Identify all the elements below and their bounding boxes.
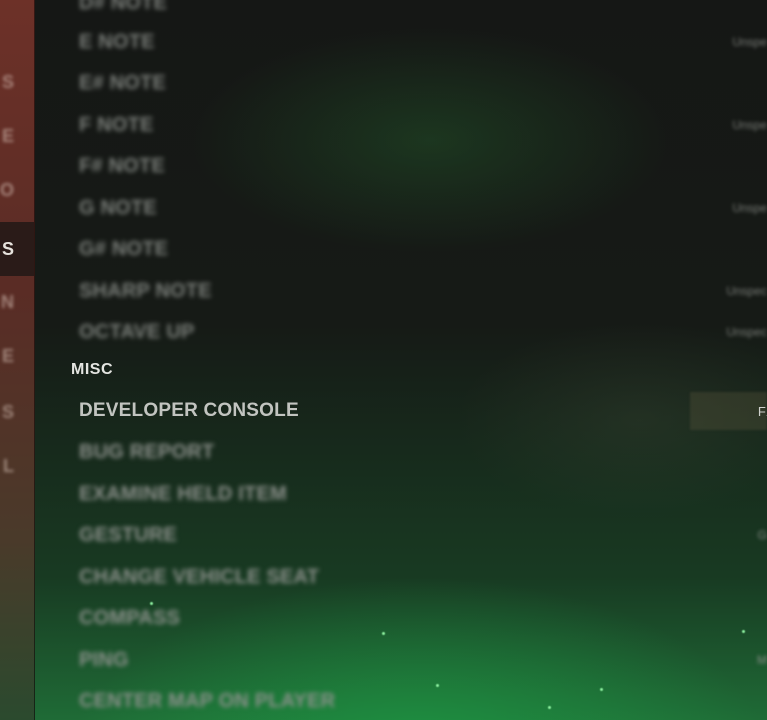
keybind-value[interactable]: Unspec	[726, 284, 767, 298]
keybind-row[interactable]: E NOTE Unspe	[79, 27, 767, 57]
spark-particle	[150, 602, 153, 605]
keybind-label: EXAMINE HELD ITEM	[79, 482, 287, 505]
category-sidebar: S E O S N E S L	[0, 0, 35, 720]
sidebar-item-0[interactable]: S	[0, 62, 34, 102]
keybind-row[interactable]: F NOTE Unspe	[79, 110, 767, 140]
sidebar-item-1[interactable]: E	[0, 116, 34, 156]
keybind-label: F NOTE	[79, 113, 154, 136]
sidebar-item-6[interactable]: S	[0, 392, 34, 432]
keybind-value[interactable]: Unspec	[726, 325, 767, 339]
section-heading-misc: MISC	[71, 361, 113, 378]
keybind-label: E NOTE	[79, 30, 155, 53]
keybind-row[interactable]: G NOTE Unspe	[79, 193, 767, 223]
keybind-row[interactable]: D# NOTE	[79, 0, 767, 18]
keybind-row[interactable]: GESTURE G	[79, 520, 767, 550]
keybind-label: OCTAVE UP	[79, 320, 195, 343]
spark-particle	[742, 630, 745, 633]
green-smoke-overlay	[0, 480, 767, 720]
spark-particle	[600, 688, 603, 691]
keybind-label: GESTURE	[79, 523, 178, 546]
keybind-value[interactable]: F1	[758, 404, 767, 419]
keybind-row[interactable]: CENTER MAP ON PLAYER	[79, 686, 767, 716]
keybind-label: COMPASS	[79, 606, 181, 629]
spark-particle	[548, 706, 551, 709]
keybind-row[interactable]: CHANGE VEHICLE SEAT	[79, 562, 767, 592]
keybind-label: CENTER MAP ON PLAYER	[79, 689, 336, 712]
sidebar-item-7[interactable]: L	[0, 446, 34, 486]
spark-particle	[436, 684, 439, 687]
keybind-row[interactable]: SHARP NOTE Unspec	[79, 276, 767, 306]
keybind-row[interactable]: COMPASS	[79, 603, 767, 633]
keybind-row-developer-console[interactable]: DEVELOPER CONSOLE F1	[79, 396, 767, 426]
keybind-row[interactable]: PING M	[79, 645, 767, 675]
keybind-label: F# NOTE	[79, 154, 165, 177]
keybind-label: BUG REPORT	[79, 440, 215, 463]
keybind-label: D# NOTE	[79, 0, 168, 14]
keybind-label: DEVELOPER CONSOLE	[79, 400, 299, 421]
sidebar-item-4[interactable]: N	[0, 282, 34, 322]
keybind-label: G# NOTE	[79, 237, 169, 260]
keybind-row[interactable]: EXAMINE HELD ITEM	[79, 479, 767, 509]
keybind-row[interactable]: BUG REPORT	[79, 437, 767, 467]
keybind-value[interactable]: Unspe	[732, 118, 767, 132]
keybind-row[interactable]: E# NOTE	[79, 68, 767, 98]
keybind-value[interactable]: G	[758, 528, 767, 542]
spark-particle	[382, 632, 385, 635]
keybind-label: E# NOTE	[79, 71, 166, 94]
keybind-value[interactable]: Unspe	[732, 201, 767, 215]
settings-screen: S E O S N E S L D# NOTE E NOTE Unspe E# …	[0, 0, 767, 720]
keybind-row[interactable]: G# NOTE	[79, 234, 767, 264]
keybind-label: PING	[79, 648, 129, 671]
keybind-label: CHANGE VEHICLE SEAT	[79, 565, 320, 588]
sidebar-item-controls-active[interactable]: S	[0, 222, 34, 276]
keybind-row[interactable]: F# NOTE	[79, 151, 767, 181]
sidebar-item-5[interactable]: E	[0, 336, 34, 376]
keybind-value[interactable]: Unspe	[732, 35, 767, 49]
keybind-row[interactable]: OCTAVE UP Unspec	[79, 317, 767, 347]
keybind-value[interactable]: M	[757, 653, 767, 667]
sidebar-item-2[interactable]: O	[0, 170, 34, 210]
keybind-label: G NOTE	[79, 196, 157, 219]
keybind-label: SHARP NOTE	[79, 279, 212, 302]
